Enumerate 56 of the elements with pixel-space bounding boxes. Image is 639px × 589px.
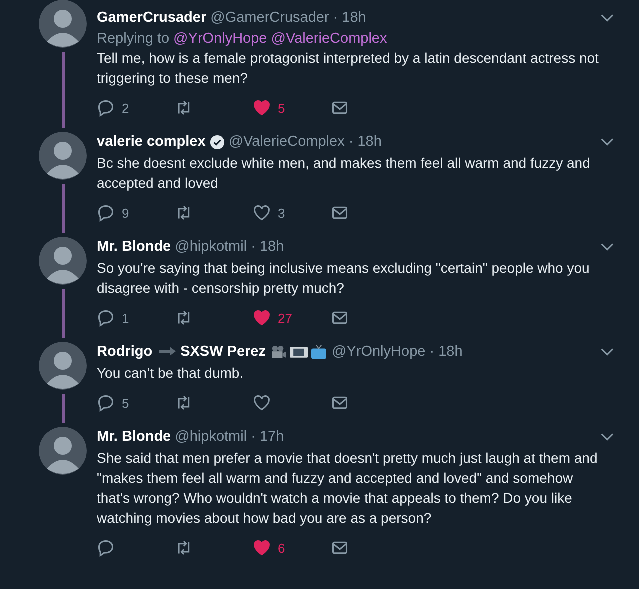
mention-link[interactable]: @ValerieComplex bbox=[271, 31, 388, 47]
avatar[interactable] bbox=[39, 237, 87, 285]
handle-and-time: @YrOnlyHope · 18h bbox=[332, 344, 463, 360]
heart-icon[interactable] bbox=[253, 309, 271, 327]
heart-icon[interactable] bbox=[253, 539, 271, 557]
reply-count: 1 bbox=[122, 310, 130, 326]
handle-and-time: @hipkotmil · 18h bbox=[175, 239, 284, 255]
envelope-icon[interactable] bbox=[331, 204, 349, 222]
chevron-down-icon[interactable] bbox=[601, 433, 614, 441]
film-icon bbox=[290, 344, 308, 360]
avatar[interactable] bbox=[39, 132, 87, 180]
envelope-icon[interactable] bbox=[331, 309, 349, 327]
display-name[interactable]: Mr. Blonde bbox=[97, 239, 172, 255]
like-count: 3 bbox=[278, 206, 286, 220]
like-count: 5 bbox=[278, 100, 286, 116]
tweet-text: She said that men prefer a movie that doesn't pretty much just laugh at them and "makes them feel all warm and fuzzy and accepted and loved" and somehow that's wrong? Who wouldn't watch a movie that appeals to them? Do you like watching movies about how bad you are as a person? bbox=[97, 449, 599, 528]
chevron-down-icon[interactable] bbox=[601, 14, 614, 22]
handle-and-time: @ValerieComplex · 18h bbox=[228, 134, 382, 150]
envelope-icon[interactable] bbox=[331, 99, 349, 117]
mention-link[interactable]: @YrOnlyHope bbox=[174, 31, 268, 47]
display-name[interactable]: Mr. Blonde bbox=[97, 429, 172, 445]
reply-icon[interactable] bbox=[97, 539, 115, 557]
like-count: 6 bbox=[278, 540, 286, 556]
movie-camera-icon bbox=[270, 344, 288, 360]
tweet-text: Bc she doesnt exclude white men, and makes them feel all warm and fuzzy and accepted and loved bbox=[97, 154, 592, 193]
like-count: 27 bbox=[278, 310, 292, 326]
reply-icon[interactable] bbox=[97, 309, 115, 327]
display-name[interactable]: Rodrigo bbox=[97, 344, 153, 360]
tweet-text: So you're saying that being inclusive means excluding "certain" people who you disagree with - censorship pretty much? bbox=[97, 259, 591, 298]
envelope-icon[interactable] bbox=[331, 394, 349, 412]
reply-count: 9 bbox=[122, 206, 130, 220]
display-name[interactable]: SXSW Perez bbox=[180, 344, 266, 360]
envelope-icon[interactable] bbox=[331, 539, 349, 557]
reply-count: 5 bbox=[122, 396, 130, 410]
avatar[interactable] bbox=[39, 427, 87, 475]
display-name[interactable]: GamerCrusader bbox=[97, 10, 207, 26]
chevron-down-icon[interactable] bbox=[601, 243, 614, 251]
chevron-down-icon[interactable] bbox=[601, 348, 614, 356]
reply-count: 2 bbox=[122, 100, 130, 116]
television-icon bbox=[310, 344, 328, 360]
reply-icon[interactable] bbox=[97, 99, 115, 117]
avatar[interactable] bbox=[39, 342, 87, 390]
heart-icon[interactable] bbox=[253, 394, 271, 412]
heart-icon[interactable] bbox=[253, 99, 271, 117]
display-name[interactable]: valerie complex bbox=[97, 134, 206, 150]
reply-icon[interactable] bbox=[97, 394, 115, 412]
avatar[interactable] bbox=[39, 0, 87, 48]
replying-to-label: Replying to bbox=[97, 31, 170, 47]
heart-icon[interactable] bbox=[253, 204, 271, 222]
reply-icon[interactable] bbox=[97, 204, 115, 222]
handle-and-time: @hipkotmil · 17h bbox=[175, 429, 284, 445]
soon-arrow-icon bbox=[156, 345, 177, 359]
handle-and-time: @GamerCrusader · 18h bbox=[210, 10, 366, 26]
tweet-text: You can’t be that dumb. bbox=[97, 364, 245, 383]
chevron-down-icon[interactable] bbox=[601, 138, 614, 146]
tweet-text: Tell me, how is a female protagonist interpreted by a latin descendant actress not triggering to these men? bbox=[97, 49, 600, 88]
